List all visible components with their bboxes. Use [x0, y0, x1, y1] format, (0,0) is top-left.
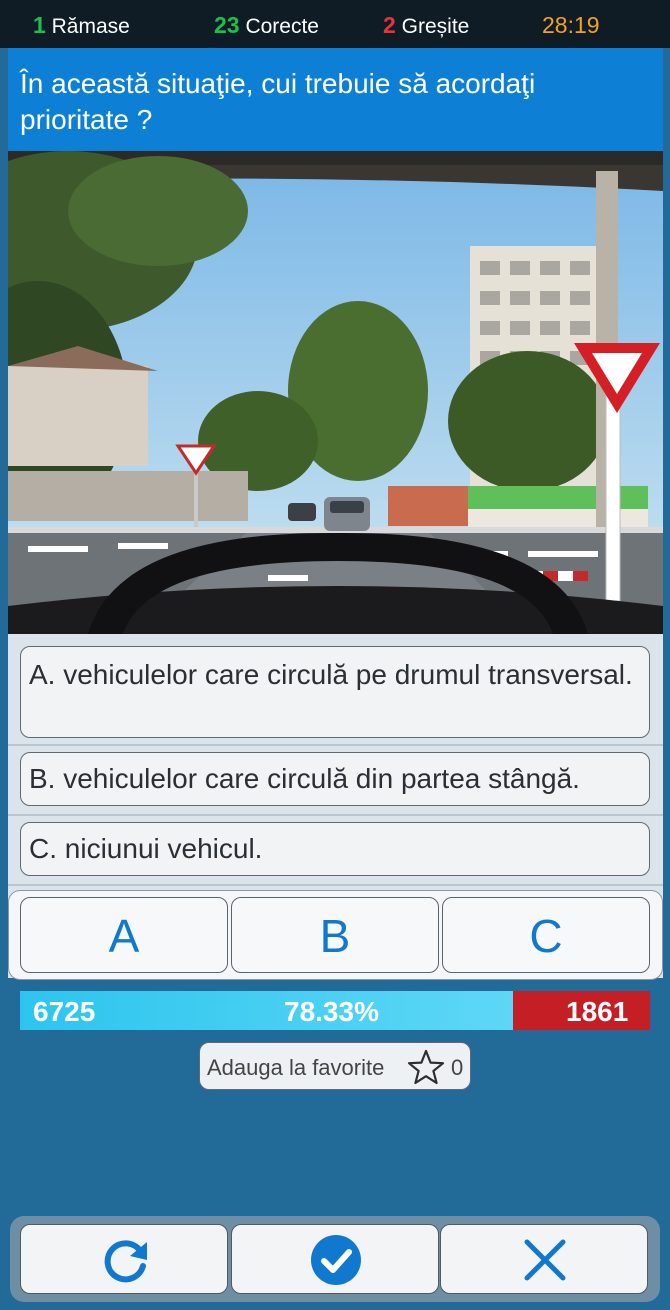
check-circle-icon: [311, 1235, 361, 1285]
favorite-count: 0: [451, 1055, 464, 1080]
question-image: [8, 151, 663, 634]
divider: [8, 884, 663, 886]
wrong-label: Greșite: [401, 15, 470, 38]
submit-button[interactable]: [231, 1224, 439, 1294]
road-scene-illustration: [8, 151, 663, 634]
choice-button-b[interactable]: B: [231, 897, 439, 973]
correct-count: 23: [214, 12, 240, 38]
restart-button[interactable]: [20, 1224, 228, 1294]
remaining-stat: 1 Rămase: [33, 12, 130, 39]
choice-buttons-row: A B C: [8, 890, 663, 980]
close-icon: [524, 1239, 566, 1281]
answer-option-c[interactable]: C. niciunui vehicul.: [20, 822, 650, 876]
favorite-label: Adauga la favorite: [207, 1055, 385, 1080]
answer-option-b[interactable]: B. vehiculelor care circulă din partea s…: [20, 752, 650, 806]
remaining-count: 1: [33, 12, 46, 38]
divider: [8, 744, 663, 746]
remaining-label: Rămase: [51, 15, 130, 38]
add-favorite-button[interactable]: Adauga la favorite 0: [199, 1042, 471, 1090]
app-root: 1 Rămase 23 Corecte 2 Greșite 28:19 În a…: [0, 0, 670, 1310]
star-outline-icon: [407, 1049, 445, 1091]
refresh-icon: [104, 1240, 147, 1283]
answer-option-a[interactable]: A. vehiculelor care circulă pe drumul tr…: [20, 646, 650, 738]
choice-button-c[interactable]: C: [442, 897, 650, 973]
wrong-count: 2: [383, 12, 396, 38]
stats-percent: 78.33%: [284, 996, 379, 1027]
timer: 28:19: [542, 12, 600, 38]
choice-button-a[interactable]: A: [20, 897, 228, 973]
correct-label: Corecte: [245, 15, 319, 38]
divider: [8, 814, 663, 816]
question-text: În această situaţie, cui trebuie să acor…: [8, 48, 663, 151]
status-bar: 1 Rămase 23 Corecte 2 Greșite 28:19: [0, 0, 670, 48]
stats-left-value: 6725: [33, 996, 96, 1027]
correct-stat: 23 Corecte: [214, 12, 319, 39]
stats-right-value: 1861: [566, 996, 629, 1027]
wrong-stat: 2 Greșite: [383, 12, 469, 39]
bottom-actions-row: [10, 1216, 660, 1302]
answers-panel: A. vehiculelor care circulă pe drumul tr…: [8, 634, 663, 980]
cancel-button[interactable]: [440, 1224, 648, 1294]
stats-bar: 6725 78.33% 1861: [20, 991, 650, 1030]
